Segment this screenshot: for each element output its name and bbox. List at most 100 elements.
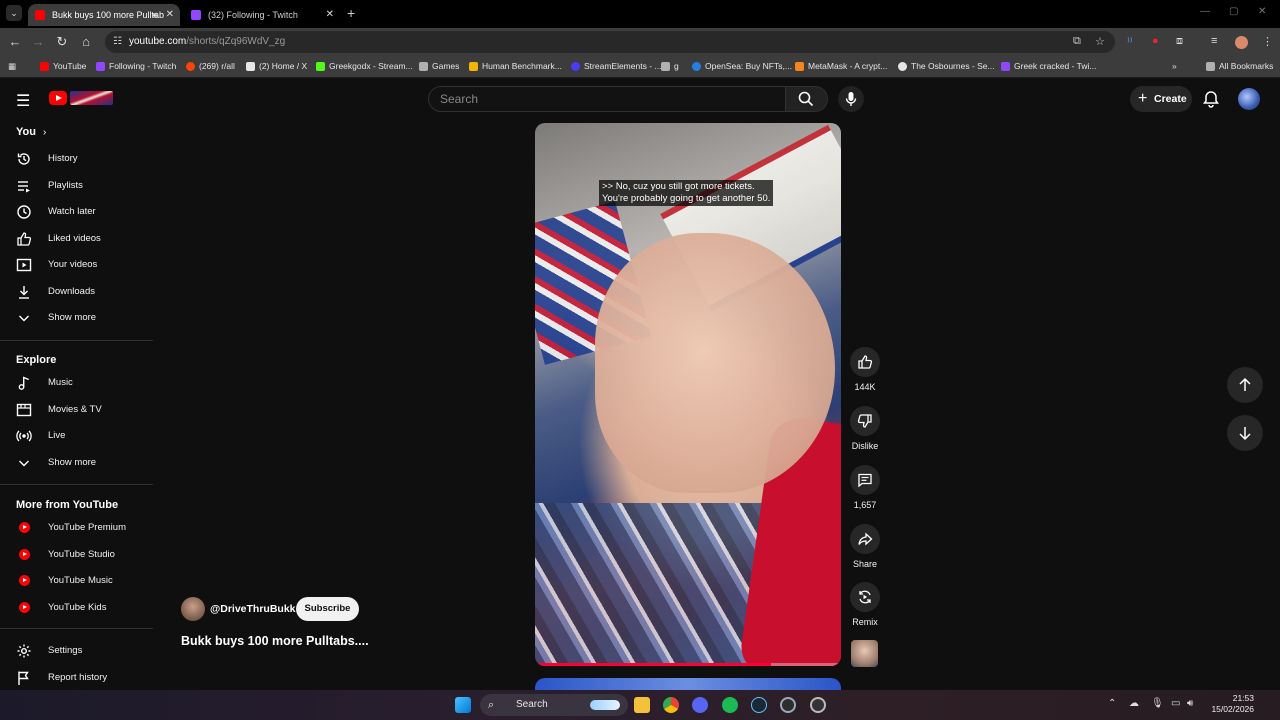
voice-search-button[interactable] [838, 86, 864, 112]
spotify-icon[interactable] [722, 697, 738, 713]
minimize-icon[interactable]: — [1200, 6, 1210, 17]
sidebar-item-settings[interactable]: Settings [0, 638, 155, 664]
taskbar-search[interactable]: ⌕ Search [480, 694, 628, 716]
sidebar-item-youtube-music[interactable]: YouTube Music [0, 568, 155, 594]
show-hidden-icons[interactable]: ⌃ [1108, 698, 1116, 709]
sidebar-item-playlists[interactable]: Playlists [0, 173, 155, 199]
account-avatar[interactable] [1238, 88, 1260, 110]
sidebar-item-show-more[interactable]: Show more [0, 305, 155, 331]
dislike-button[interactable]: Dislike [847, 406, 883, 451]
bookmark-item[interactable]: Greek cracked - Twi... [1001, 61, 1097, 71]
menu-icon[interactable]: ☰ [16, 91, 30, 111]
maximize-icon[interactable]: ▢ [1229, 6, 1238, 17]
previous-short-button[interactable] [1227, 367, 1263, 403]
bookmark-folder[interactable]: g [661, 61, 679, 71]
more-bookmarks-icon[interactable]: » [1172, 61, 1177, 71]
search-button[interactable] [786, 86, 828, 112]
all-bookmarks-folder[interactable]: All Bookmarks [1206, 61, 1273, 71]
bookmark-item[interactable]: The Osbournes - Se... [898, 61, 995, 71]
network-icon[interactable]: ▭ [1171, 698, 1180, 709]
bookmark-item[interactable]: OpenSea: Buy NFTs,... [692, 61, 792, 71]
address-bar[interactable]: ☷ youtube.com/shorts/qZq96WdV_zg ⧉ ☆ [105, 31, 1115, 53]
tab-search-button[interactable]: ⌄ [6, 5, 22, 21]
sidebar-item-liked-videos[interactable]: Liked videos [0, 226, 155, 252]
watch-later-icon [17, 205, 31, 219]
remix-button[interactable]: Remix [847, 582, 883, 627]
bookmark-item[interactable]: YouTube [40, 61, 86, 71]
site-info-icon[interactable]: ☷ [113, 36, 122, 47]
search-input[interactable]: Search [428, 86, 786, 112]
sidebar-item-music[interactable]: Music [0, 370, 155, 396]
close-window-icon[interactable]: ✕ [1258, 6, 1266, 17]
bookmark-item[interactable]: (2) Home / X [246, 61, 307, 71]
forward-icon[interactable]: → [30, 34, 46, 50]
sidebar-item-history[interactable]: History [0, 146, 155, 172]
browser-menu-icon[interactable]: ⋮ [1262, 35, 1273, 48]
like-button[interactable]: 144K [847, 347, 883, 392]
profile-avatar[interactable] [1235, 36, 1248, 49]
bookmark-item[interactable]: Following - Twitch [96, 61, 176, 71]
sidebar-item-downloads[interactable]: Downloads [0, 279, 155, 305]
share-button[interactable]: Share [847, 524, 883, 569]
bookmark-item[interactable]: StreamElements - ... [571, 61, 661, 71]
shorts-video-player[interactable]: >> No, cuz you still got more tickets. Y… [535, 123, 841, 666]
comments-button[interactable]: 1,657 [847, 465, 883, 510]
create-button[interactable]: + Create [1130, 86, 1192, 112]
notifications-bell-icon[interactable] [1202, 90, 1220, 108]
channel-avatar[interactable] [181, 597, 205, 621]
new-tab-button[interactable]: + [347, 5, 355, 21]
bookmark-item[interactable]: (269) r/all [186, 61, 235, 71]
next-short-button[interactable] [1227, 415, 1263, 451]
sidebar-item-youtube-kids[interactable]: YouTube Kids [0, 595, 155, 621]
video-progress-bar[interactable] [535, 663, 841, 666]
tab-twitch[interactable]: (32) Following - Twitch ✕ [184, 4, 340, 26]
ccleaner-icon[interactable] [780, 697, 796, 713]
sidebar-item-watch-later[interactable]: Watch later [0, 199, 155, 225]
youtube-logo-icon[interactable] [49, 91, 67, 105]
home-icon[interactable]: ⌂ [78, 34, 94, 50]
back-icon[interactable]: ← [7, 34, 23, 50]
sidebar-item-live[interactable]: Live [0, 423, 155, 449]
media-controls-icon[interactable]: ≡ [1211, 35, 1217, 47]
folder-icon [661, 62, 670, 71]
bookmark-item[interactable]: Human Benchmark... [469, 61, 562, 71]
you-heading[interactable]: You › [16, 126, 46, 138]
subscribe-button[interactable]: Subscribe [296, 597, 359, 621]
extension-icon[interactable]: ● [1152, 35, 1159, 47]
close-tab-icon[interactable]: ✕ [166, 4, 174, 26]
sidebar-item-movies-tv[interactable]: Movies & TV [0, 397, 155, 423]
obs-icon[interactable] [810, 697, 826, 713]
steam-icon[interactable] [751, 697, 767, 713]
reload-icon[interactable]: ↻ [54, 34, 70, 50]
chrome-icon[interactable] [663, 697, 679, 713]
tab-youtube-short[interactable]: Bukk buys 100 more Pulltab 🔊︎ ✕ [28, 4, 180, 26]
apps-grid-icon[interactable]: ▦ [8, 61, 16, 72]
next-short-preview[interactable] [535, 678, 841, 690]
file-explorer-icon[interactable] [634, 697, 650, 713]
extensions-puzzle-icon[interactable]: ⧈ [1176, 35, 1183, 48]
youtube-music-icon [19, 575, 30, 586]
discord-icon[interactable] [692, 697, 708, 713]
bookmark-star-icon[interactable]: ☆ [1095, 35, 1105, 48]
short-title[interactable]: Bukk buys 100 more Pulltabs.... [181, 634, 369, 648]
close-tab-icon[interactable]: ✕ [326, 4, 334, 26]
speaker-icon[interactable]: 🔊︎ [152, 4, 158, 26]
sidebar-item-your-videos[interactable]: Your videos [0, 252, 155, 278]
sidebar-item-show-more[interactable]: Show more [0, 450, 155, 476]
sidebar-item-youtube-premium[interactable]: YouTube Premium [0, 515, 155, 541]
audio-source-thumbnail[interactable] [851, 640, 878, 667]
start-windows-icon[interactable] [455, 697, 471, 713]
bookmark-folder[interactable]: Games [419, 61, 459, 71]
extension-icon[interactable]: ⁾⁾ [1127, 35, 1132, 48]
youtube-doodle-logo[interactable] [70, 91, 113, 105]
sidebar-item-youtube-studio[interactable]: YouTube Studio [0, 542, 155, 568]
bookmark-item[interactable]: Greekgodx - Stream... [316, 61, 413, 71]
install-app-icon[interactable]: ⧉ [1073, 35, 1081, 48]
volume-icon[interactable]: 🔊︎ [1187, 698, 1193, 709]
sidebar-item-report-history[interactable]: Report history [0, 665, 155, 691]
onedrive-icon[interactable]: ☁ [1129, 698, 1139, 709]
taskbar-clock[interactable]: 21:53 15/02/2026 [1208, 693, 1254, 715]
microphone-icon[interactable]: 🎙︎ [1151, 698, 1164, 709]
bookmark-item[interactable]: MetaMask - A crypt... [795, 61, 887, 71]
channel-name[interactable]: @DriveThruBukk [210, 603, 296, 615]
